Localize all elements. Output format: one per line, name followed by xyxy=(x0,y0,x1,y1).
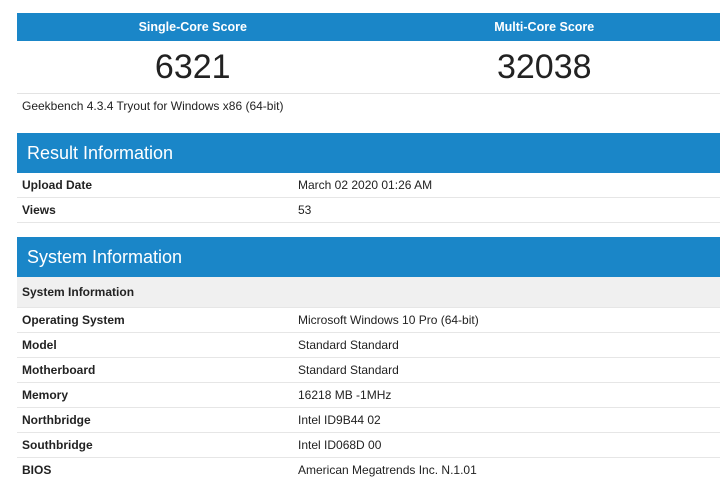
table-row: Northbridge Intel ID9B44 02 xyxy=(17,408,720,433)
row-key: Memory xyxy=(22,388,69,402)
table-row: Views 53 xyxy=(17,198,720,223)
table-row: Motherboard Standard Standard xyxy=(17,358,720,383)
system-information-subheading: System Information xyxy=(17,277,720,308)
row-key: Upload Date xyxy=(22,178,93,192)
row-value: Standard Standard xyxy=(298,338,399,352)
row-value: 53 xyxy=(298,203,312,217)
table-row: Operating System Microsoft Windows 10 Pr… xyxy=(17,308,720,333)
score-values-row: 6321 32038 xyxy=(17,41,720,94)
score-header-row: Single-Core Score Multi-Core Score xyxy=(17,13,720,41)
row-key: Northbridge xyxy=(22,413,91,427)
benchmark-result-page: Single-Core Score Multi-Core Score 6321 … xyxy=(17,13,720,482)
row-value: 16218 MB -1MHz xyxy=(298,388,392,402)
table-row: Memory 16218 MB -1MHz xyxy=(17,383,720,408)
row-key: Southbridge xyxy=(22,438,93,452)
row-value: American Megatrends Inc. N.1.01 xyxy=(298,463,477,477)
single-core-score-label: Single-Core Score xyxy=(138,20,247,34)
table-row: BIOS American Megatrends Inc. N.1.01 xyxy=(17,458,720,482)
multi-core-score-label: Multi-Core Score xyxy=(494,20,595,34)
result-information-heading: Result Information xyxy=(17,133,720,173)
table-row: Upload Date March 02 2020 01:26 AM xyxy=(17,173,720,198)
row-key: Model xyxy=(22,338,57,352)
multi-core-score-value: 32038 xyxy=(496,48,592,86)
table-row: Southbridge Intel ID068D 00 xyxy=(17,433,720,458)
table-row: Model Standard Standard xyxy=(17,333,720,358)
row-value: Intel ID9B44 02 xyxy=(298,413,381,427)
row-key: Operating System xyxy=(22,313,125,327)
row-key: BIOS xyxy=(22,463,52,477)
single-core-score-value: 6321 xyxy=(154,48,231,86)
row-value: March 02 2020 01:26 AM xyxy=(298,178,433,192)
benchmark-version: Geekbench 4.3.4 Tryout for Windows x86 (… xyxy=(22,99,284,113)
row-key: Motherboard xyxy=(22,363,96,377)
row-key: Views xyxy=(22,203,56,217)
row-value: Microsoft Windows 10 Pro (64-bit) xyxy=(298,313,479,327)
system-information-heading: System Information xyxy=(17,237,720,277)
row-value: Standard Standard xyxy=(298,363,399,377)
row-value: Intel ID068D 00 xyxy=(298,438,382,452)
